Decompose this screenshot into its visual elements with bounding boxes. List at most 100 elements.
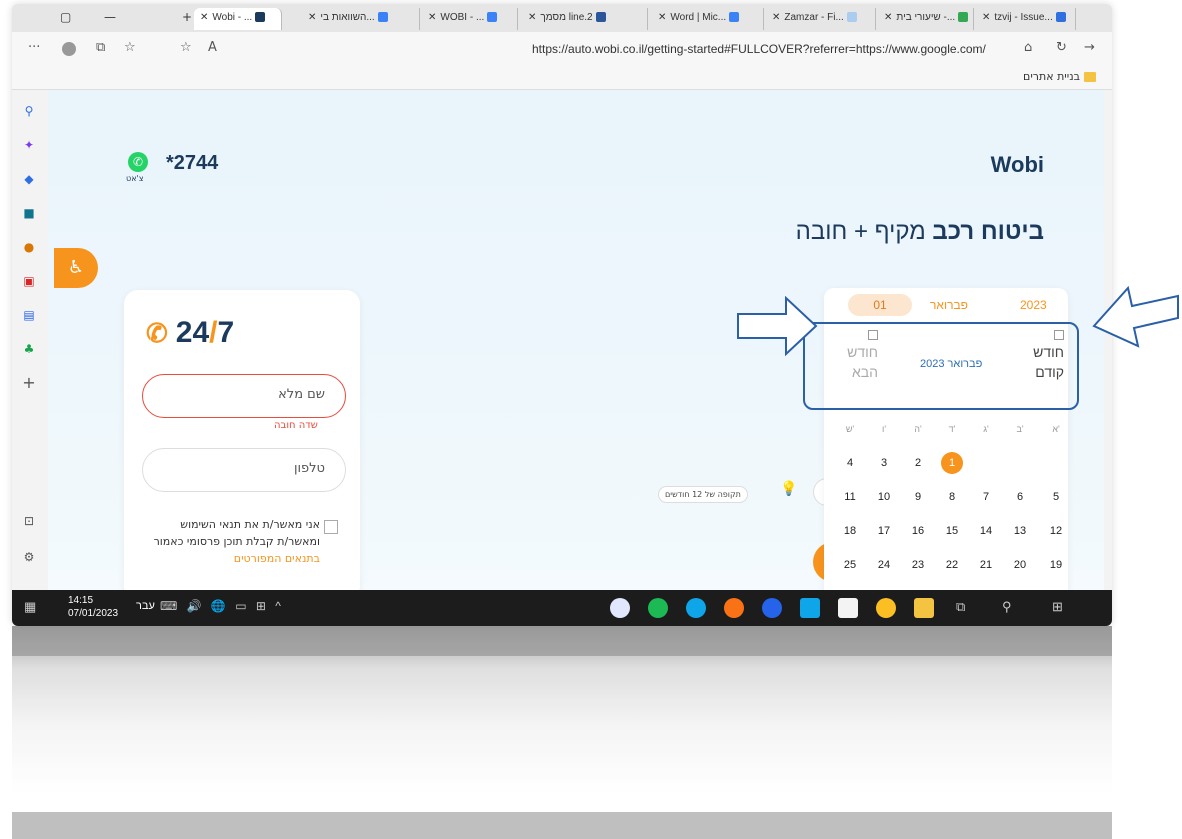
calendar-day[interactable]: 2	[907, 452, 929, 474]
bottom-band	[12, 812, 1112, 839]
search-icon[interactable]: ⚲	[22, 104, 36, 118]
zoom-icon[interactable]	[762, 598, 782, 618]
mail-icon[interactable]	[800, 598, 820, 618]
games-icon[interactable]: ●	[22, 240, 36, 254]
start-icon[interactable]: ▦	[24, 599, 36, 615]
calendar-day[interactable]: 7	[975, 486, 997, 508]
month-selector[interactable]: פברואר	[930, 298, 968, 312]
calendar-day[interactable]: 15	[941, 520, 963, 542]
phone-input[interactable]: טלפון	[142, 448, 346, 492]
terms-checkbox[interactable]	[324, 520, 338, 534]
year-selector[interactable]: 2023	[1020, 298, 1047, 312]
tab-wobi-search[interactable]: ✕ WOBI - ...	[422, 8, 518, 30]
taskbar-search-icon[interactable]: ⚲	[1002, 599, 1012, 615]
spotify-icon[interactable]	[648, 598, 668, 618]
outlook-icon[interactable]: ▤	[22, 308, 36, 322]
restore-icon[interactable]: ▢	[60, 10, 71, 24]
read-aloud-icon[interactable]: A	[208, 40, 217, 55]
page-title: ביטוח רכב מקיף + חובה	[795, 218, 1044, 245]
accessibility-button[interactable]: ♿	[54, 248, 98, 288]
tab-document[interactable]: ✕ מסמך line.2	[522, 8, 648, 30]
calendar-day[interactable]: 22	[941, 554, 963, 576]
tab-tzvij[interactable]: ✕ tzvij - Issue...	[976, 8, 1076, 30]
reflection	[12, 626, 1112, 796]
calendar-day[interactable]: 20	[1009, 554, 1031, 576]
shopping-icon[interactable]: ◆	[22, 172, 36, 186]
refresh-icon[interactable]: ↻	[1056, 40, 1067, 55]
language-indicator[interactable]: עבר	[136, 600, 155, 612]
wobi-logo[interactable]: Wobi	[991, 152, 1044, 178]
day-selector[interactable]: 01	[848, 294, 912, 316]
calendar-day[interactable]: 16	[907, 520, 929, 542]
weekday-label: ה'	[914, 424, 922, 434]
forward-icon[interactable]: →	[1084, 40, 1095, 55]
profile-icon[interactable]	[62, 42, 76, 56]
short-phone-number[interactable]: *2744	[166, 152, 218, 175]
store-icon[interactable]	[838, 598, 858, 618]
full-name-input[interactable]: שם מלא	[142, 374, 346, 418]
new-tab-icon[interactable]: +	[182, 10, 192, 24]
favorites-icon[interactable]: ☆	[124, 40, 136, 55]
office-icon[interactable]: ▣	[22, 274, 36, 288]
sidebar-toggle-icon[interactable]: ⊡	[22, 514, 36, 528]
firefox-icon[interactable]	[724, 598, 744, 618]
system-tray-icons[interactable]: ⌨ 🔊 🌐 ▭ ⊞ ^	[160, 599, 284, 613]
app-icon-files[interactable]	[610, 598, 630, 618]
search-favicon-icon	[377, 12, 388, 23]
calendar-day[interactable]: 10	[873, 486, 895, 508]
whatsapp-icon[interactable]: ✆	[128, 152, 148, 172]
weekday-label: ש'	[845, 424, 855, 434]
calendar-day[interactable]: 21	[975, 554, 997, 576]
calendar-day[interactable]: 17	[873, 520, 895, 542]
close-tab-icon[interactable]: ✕	[200, 12, 208, 23]
calendar-day[interactable]: 14	[975, 520, 997, 542]
minimize-icon[interactable]: —	[104, 10, 116, 24]
url-field[interactable]: https://auto.wobi.co.il/getting-started#…	[532, 42, 986, 56]
calendar-day[interactable]: 13	[1009, 520, 1031, 542]
tools-icon[interactable]: ■	[22, 206, 36, 220]
weekday-label: א'	[1052, 424, 1060, 434]
terms-link[interactable]: בתנאים המפורטים	[234, 552, 320, 565]
settings-icon[interactable]: ⚙	[22, 550, 36, 564]
weekday-label: ג'	[983, 424, 989, 434]
calendar-day[interactable]: 6	[1009, 486, 1031, 508]
bookmark-item[interactable]: בניית אתרים	[1023, 70, 1096, 83]
windows-icon[interactable]: ⊞	[1052, 599, 1063, 615]
calendar-day[interactable]: 5	[1045, 486, 1067, 508]
calendar-day[interactable]: 3	[873, 452, 895, 474]
calendar-day[interactable]: 19	[1045, 554, 1067, 576]
whatsapp-label: צ'אט	[126, 174, 144, 183]
add-icon[interactable]: +	[22, 375, 36, 391]
calendar-day[interactable]: 11	[839, 486, 861, 508]
file-explorer-icon[interactable]	[914, 598, 934, 618]
lock-icon[interactable]: ⌂	[1024, 40, 1032, 55]
chrome-icon[interactable]	[876, 598, 896, 618]
clock[interactable]: 14:15 07/01/2023	[68, 594, 118, 620]
workspaces-icon[interactable]: ⧉	[96, 40, 105, 55]
weekday-label: ו'	[881, 424, 887, 434]
issue-favicon-icon	[1055, 12, 1066, 23]
bookmarks-bar: בניית אתרים	[12, 66, 1112, 90]
calendar-day[interactable]: 4	[839, 452, 861, 474]
task-view-icon[interactable]: ⧉	[956, 599, 965, 615]
calendar-day[interactable]: 12	[1045, 520, 1067, 542]
tab-zamzar[interactable]: ✕ Zamzar - Fi...	[766, 8, 876, 30]
calendar-day[interactable]: 24	[873, 554, 895, 576]
calendar-day[interactable]: 9	[907, 486, 929, 508]
calendar-day[interactable]: 25	[839, 554, 861, 576]
calendar-day[interactable]: 8	[941, 486, 963, 508]
calendar-day[interactable]: 23	[907, 554, 929, 576]
lightbulb-icon: 💡	[780, 481, 798, 497]
edge-icon[interactable]	[686, 598, 706, 618]
calendar-day[interactable]: 18	[839, 520, 861, 542]
tree-icon[interactable]: ♣	[22, 342, 36, 356]
more-icon[interactable]: ···	[28, 40, 40, 55]
tab-word[interactable]: ✕ Word | Mic...	[652, 8, 764, 30]
tab-homework[interactable]: ✕ שיעורי בית -...	[878, 8, 974, 30]
annotation-arrow-right-icon	[737, 296, 818, 356]
tab-wobi[interactable]: ✕ Wobi - ...	[194, 8, 282, 30]
calendar-day[interactable]: 1	[941, 452, 963, 474]
copilot-icon[interactable]: ✦	[22, 138, 36, 152]
add-favorite-icon[interactable]: ☆	[180, 40, 192, 55]
tab-comparisons[interactable]: ✕ השוואות בי...	[302, 8, 420, 30]
